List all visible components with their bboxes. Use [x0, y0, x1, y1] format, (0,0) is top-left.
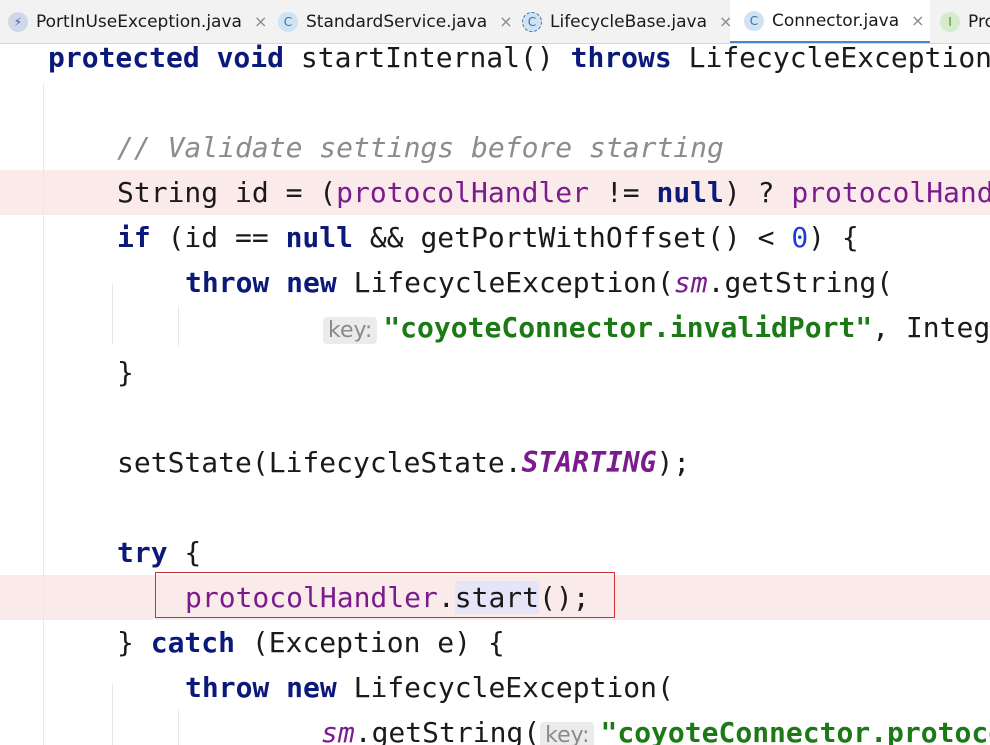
code-token: null: [285, 221, 354, 254]
code-token: protocolHandler: [791, 176, 990, 209]
code-token: STARTING: [521, 446, 657, 479]
code-token: 0: [791, 221, 809, 254]
parameter-hint: key:: [540, 722, 595, 745]
code-token: new: [286, 671, 337, 704]
code-token: (Exception e) {: [235, 626, 505, 659]
code-line-4: if (id == null && getPortWithOffset() < …: [117, 215, 859, 260]
code-token: }: [117, 356, 134, 389]
code-token: && getPortWithOffset() <: [353, 221, 792, 254]
indent-guide: [112, 684, 113, 745]
code-token: startInternal(): [284, 44, 571, 74]
code-token: String id = (: [117, 176, 337, 209]
indent-guide: [178, 306, 179, 346]
tab-label: Connector.java: [772, 10, 900, 31]
code-token: sm: [321, 716, 355, 745]
code-token: setState(LifecycleState.: [117, 446, 522, 479]
interface-icon: I: [940, 11, 960, 32]
tab-lifecyclebase[interactable]: C LifecycleBase.java ×: [514, 0, 732, 43]
code-line-6: key: "coyoteConnector.invalidPort", Integ…: [323, 305, 990, 350]
code-token: LifecycleException: [671, 44, 990, 74]
code-token: ) ?: [723, 176, 792, 209]
tab-standardservice[interactable]: C StandardService.java ×: [270, 0, 513, 43]
tab-label: LifecycleBase.java: [550, 11, 707, 32]
code-token: throw: [185, 671, 270, 704]
code-token: protected: [48, 44, 200, 74]
code-editor[interactable]: protected void startInternal() throws Li…: [0, 44, 990, 745]
parameter-hint: key:: [323, 317, 378, 344]
code-line-11: } catch (Exception e) {: [117, 620, 505, 665]
code-token: !=: [589, 176, 657, 209]
close-icon[interactable]: ×: [254, 12, 267, 31]
code-line-1: protected void startInternal() throws Li…: [48, 44, 990, 80]
code-token: .getString(: [707, 266, 894, 299]
tab-pro[interactable]: I Pro: [932, 0, 990, 43]
code-token: LifecycleException(: [336, 671, 674, 704]
code-token: try: [117, 536, 168, 569]
code-string: "coyoteConnector.protocolHandlerStartFai…: [600, 716, 990, 745]
code-token: sm: [673, 266, 708, 299]
code-token: , Integer: [872, 311, 990, 344]
code-token: ) {: [808, 221, 859, 254]
code-token: }: [117, 626, 151, 659]
tab-portinuseexception[interactable]: ⚡ PortInUseException.java ×: [0, 0, 267, 43]
code-line-5: throw new LifecycleException(sm.getStrin…: [185, 260, 893, 305]
code-line-8: setState(LifecycleState.STARTING);: [117, 440, 690, 485]
code-comment: // Validate settings before starting: [117, 131, 724, 164]
class-icon: C: [744, 10, 764, 31]
abstract-class-icon: C: [522, 11, 542, 32]
close-icon[interactable]: ×: [911, 11, 924, 30]
code-line-7: }: [117, 350, 134, 395]
indent-guide: [43, 84, 44, 745]
class-icon: C: [278, 11, 298, 32]
code-token: protocolHandler: [336, 176, 590, 209]
tab-label: Pro: [968, 11, 990, 32]
code-line-2: // Validate settings before starting: [117, 125, 724, 170]
tab-label: StandardService.java: [306, 11, 488, 32]
tab-connector[interactable]: C Connector.java ×: [730, 0, 930, 43]
code-token: void: [216, 44, 285, 74]
code-line-3: String id = (protocolHandler != null) ? …: [117, 170, 990, 215]
code-token: .getString(: [354, 716, 541, 745]
code-token: {: [167, 536, 202, 569]
lightning-icon: ⚡: [8, 11, 28, 32]
code-token: (id ==: [150, 221, 286, 254]
code-token: LifecycleException(: [336, 266, 674, 299]
code-token: null: [656, 176, 724, 209]
code-token: throws: [570, 44, 672, 74]
code-token: new: [286, 266, 337, 299]
indent-guide: [112, 284, 113, 344]
code-token: );: [656, 446, 691, 479]
code-token: if: [117, 221, 151, 254]
tab-label: PortInUseException.java: [36, 11, 242, 32]
selection-outline: [155, 572, 615, 618]
code-line-12: throw new LifecycleException(: [185, 665, 674, 710]
close-icon[interactable]: ×: [499, 12, 512, 31]
code-line-13: sm.getString(key: "coyoteConnector.protoc…: [321, 710, 990, 745]
indent-guide: [178, 710, 179, 745]
code-line-9: try {: [117, 530, 201, 575]
code-token: throw: [185, 266, 270, 299]
code-string: "coyoteConnector.invalidPort": [383, 311, 873, 344]
code-token: catch: [150, 626, 236, 659]
editor-tab-bar: ⚡ PortInUseException.java × C StandardSe…: [0, 0, 990, 44]
